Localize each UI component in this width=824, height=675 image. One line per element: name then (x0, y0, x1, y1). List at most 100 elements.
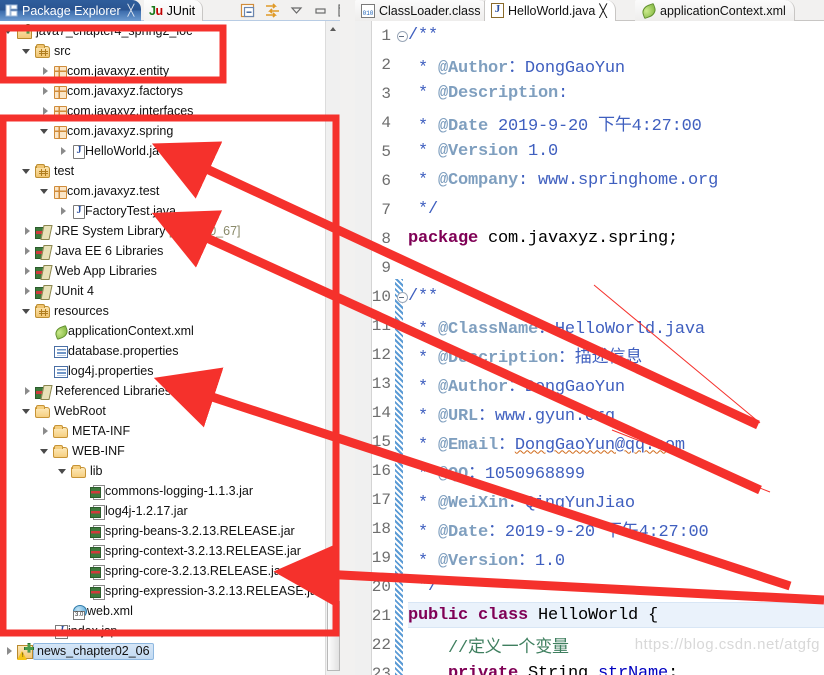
code-line[interactable]: 9 (355, 253, 824, 282)
chevron-right-icon[interactable] (40, 106, 51, 117)
code-line[interactable]: 20 */ (355, 572, 824, 601)
code-line[interactable]: 4 * @Date 2019-9-20 下午4:27:00 (355, 108, 824, 137)
tree-item[interactable]: index.jsp (0, 621, 340, 641)
editor-tab-classloader[interactable]: ClassLoader.class (355, 0, 490, 21)
code-line[interactable]: 7 */ (355, 195, 824, 224)
tree-item[interactable]: spring-beans-3.2.13.RELEASE.jar (0, 521, 340, 541)
tree-item[interactable]: com.javaxyz.spring (0, 121, 340, 141)
collapse-all-icon[interactable] (240, 2, 257, 19)
tree-item-label: spring-expression-3.2.13.RELEASE.jar (105, 584, 322, 598)
line-number: 21 (371, 606, 391, 625)
editor-tab-applicationcontext[interactable]: applicationContext.xml (635, 0, 795, 21)
code-line[interactable]: 6 * @Company: www.springhome.org (355, 166, 824, 195)
chevron-right-icon[interactable] (58, 146, 69, 157)
tree-item[interactable]: test (0, 161, 340, 181)
tree-item[interactable]: HelloWorld.java (0, 141, 340, 161)
chevron-right-icon[interactable] (58, 206, 69, 217)
code-line[interactable]: 3 * @Description: (355, 79, 824, 108)
chevron-down-icon[interactable] (4, 26, 15, 37)
tree-item[interactable]: JUnit 4 (0, 281, 340, 301)
code-line[interactable]: 5 * @Version 1.0 (355, 137, 824, 166)
close-icon[interactable]: ╳ (128, 4, 135, 17)
tree-item[interactable]: spring-context-3.2.13.RELEASE.jar (0, 541, 340, 561)
tree-item[interactable]: FactoryTest.java (0, 201, 340, 221)
code-line[interactable]: 14 * @URL：www.gyun.org (355, 398, 824, 427)
chevron-down-icon[interactable] (40, 446, 51, 457)
chevron-down-icon[interactable] (58, 466, 69, 477)
code-line[interactable]: 13 * @Author：DongGaoYun (355, 369, 824, 398)
fold-toggle-icon[interactable] (396, 30, 408, 42)
tab-package-explorer[interactable]: Package Explorer ╳ (0, 0, 142, 21)
link-with-editor-icon[interactable] (264, 2, 281, 19)
scroll-up-arrow-icon[interactable] (326, 21, 341, 36)
project-tree[interactable]: java7_chapter4_spring2_ioc src com.javaxyz… (0, 21, 340, 675)
tree-item[interactable]: com.javaxyz.entity (0, 61, 340, 81)
chevron-down-icon[interactable] (22, 406, 33, 417)
view-menu-icon[interactable] (288, 2, 305, 19)
scrollbar-thumb[interactable] (327, 601, 340, 671)
tree-item[interactable]: com.javaxyz.factorys (0, 81, 340, 101)
chevron-right-icon[interactable] (22, 286, 33, 297)
code-editor[interactable]: 1/** 2 * @Author：DongGaoYun 3 * @Descripti… (355, 21, 824, 675)
code-line[interactable]: 11 * @ClassName：HelloWorld.java (355, 311, 824, 340)
tree-item[interactable]: src (0, 41, 340, 61)
tree-item[interactable]: lib (0, 461, 340, 481)
panel-sash[interactable] (340, 0, 355, 675)
code-line[interactable]: 1 /** (355, 21, 824, 50)
tree-item[interactable]: database.properties (0, 341, 340, 361)
tree-item[interactable]: commons-logging-1.1.3.jar (0, 481, 340, 501)
tree-item[interactable]: news_chapter02_06 (0, 641, 340, 661)
chevron-down-icon[interactable] (22, 166, 33, 177)
tree-vertical-scrollbar[interactable] (325, 21, 341, 675)
tree-item[interactable]: WEB-INF (0, 441, 340, 461)
tree-item[interactable]: META-INF (0, 421, 340, 441)
tree-item[interactable]: java7_chapter4_spring2_ioc (0, 21, 340, 41)
chevron-right-icon[interactable] (22, 386, 33, 397)
code-line[interactable]: 10 /** (355, 282, 824, 311)
chevron-right-icon[interactable] (22, 266, 33, 277)
fold-toggle-icon[interactable] (396, 291, 408, 303)
code-line[interactable]: 17 * @WeiXin：QingYunJiao (355, 485, 824, 514)
chevron-down-icon[interactable] (22, 46, 33, 57)
tree-item[interactable]: applicationContext.xml (0, 321, 340, 341)
code-line[interactable]: 18 * @Date：2019-9-20 下午4:27:00 (355, 514, 824, 543)
chevron-right-icon[interactable] (40, 426, 51, 437)
tree-item[interactable]: web.xml (0, 601, 340, 621)
code-line[interactable]: 2 * @Author：DongGaoYun (355, 50, 824, 79)
tree-item[interactable]: com.javaxyz.interfaces (0, 101, 340, 121)
tree-item[interactable]: resources (0, 301, 340, 321)
code-line[interactable]: 8 package com.javaxyz.spring; (355, 224, 824, 253)
tree-item[interactable]: Referenced Libraries (0, 381, 340, 401)
tree-item[interactable]: Java EE 6 Libraries (0, 241, 340, 261)
code-line[interactable]: 19 * @Version：1.0 (355, 543, 824, 572)
editor-tab-helloworld[interactable]: HelloWorld.java ╳ (484, 0, 616, 21)
chevron-right-icon[interactable] (22, 246, 33, 257)
chevron-down-icon[interactable] (40, 186, 51, 197)
tree-item[interactable]: Web App Libraries (0, 261, 340, 281)
tree-item[interactable]: com.javaxyz.test (0, 181, 340, 201)
code-line[interactable]: 23 private String strName; (355, 659, 824, 675)
jar-icon (90, 564, 105, 580)
chevron-down-icon[interactable] (22, 306, 33, 317)
code-token: * (408, 522, 439, 542)
tree-item[interactable]: JRE System Library [jdk1.8.0_67] (0, 221, 340, 241)
chevron-right-icon[interactable] (4, 646, 15, 657)
code-line[interactable]: 15 * @Email：DongGaoYun@qq.com (355, 427, 824, 456)
minimize-icon[interactable] (312, 2, 329, 19)
tree-item[interactable]: spring-core-3.2.13.RELEASE.jar (0, 561, 340, 581)
close-icon[interactable]: ╳ (599, 3, 607, 18)
chevron-down-icon[interactable] (40, 126, 51, 137)
tab-junit[interactable]: Ju JUnit (144, 0, 204, 21)
chevron-right-icon[interactable] (22, 226, 33, 237)
code-line[interactable]: 21 public class HelloWorld { (355, 601, 824, 630)
tree-item[interactable]: WebRoot (0, 401, 340, 421)
code-line[interactable]: 16 * @QQ：1050968899 (355, 456, 824, 485)
code-line[interactable]: 22 //定义一个变量 (355, 630, 824, 659)
tree-item[interactable]: spring-expression-3.2.13.RELEASE.jar (0, 581, 340, 601)
tree-item[interactable]: log4j.properties (0, 361, 340, 381)
tree-item[interactable]: log4j-1.2.17.jar (0, 501, 340, 521)
code-line[interactable]: 12 * @Description：描述信息 (355, 340, 824, 369)
source-folder-icon (35, 164, 50, 178)
chevron-right-icon[interactable] (40, 66, 51, 77)
chevron-right-icon[interactable] (40, 86, 51, 97)
